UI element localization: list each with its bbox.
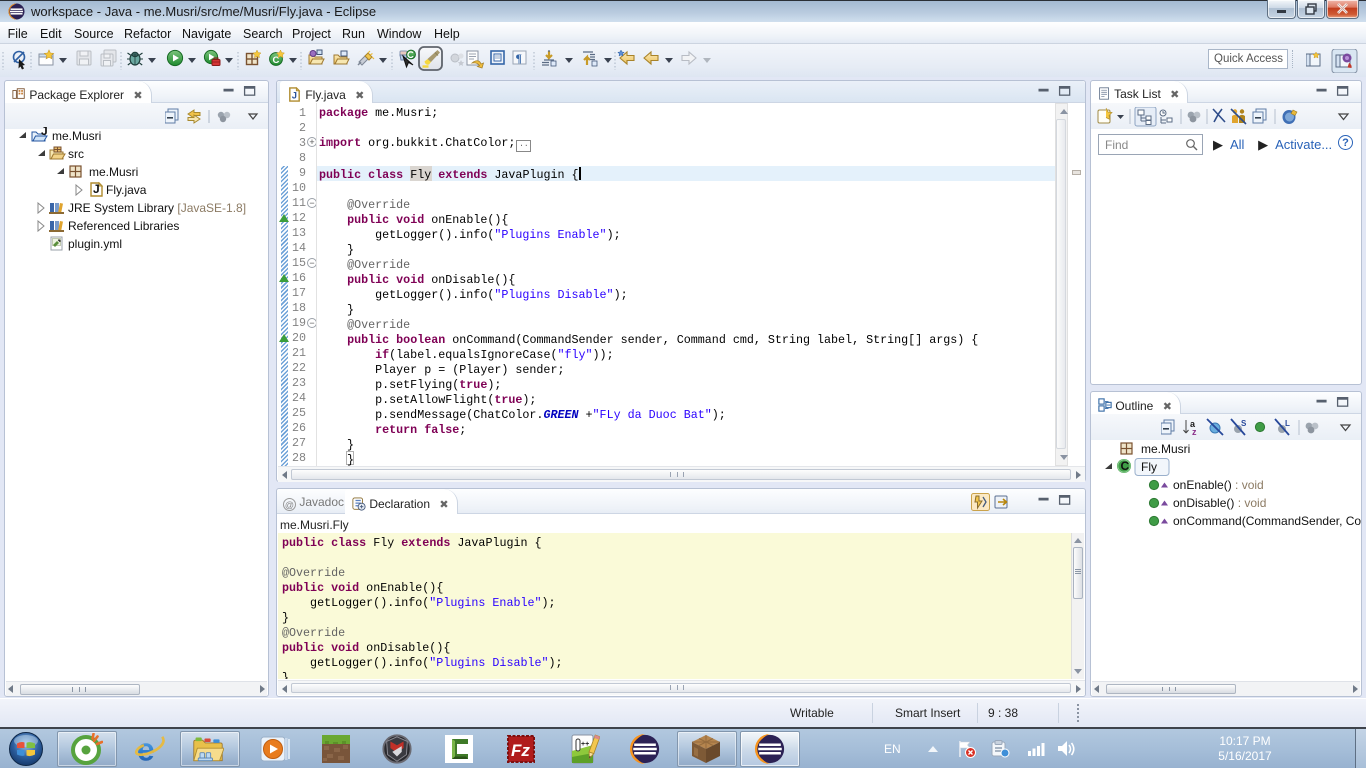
svg-text:me.Musri: me.Musri [89,165,138,179]
svg-text:plugin.yml: plugin.yml [68,237,122,251]
svg-text:J: J [41,127,48,138]
svg-text:onEnable() : void: onEnable() : void [1173,478,1264,492]
svg-text:++: ++ [581,741,589,748]
svg-text:C: C [1121,459,1130,473]
svg-text:J: J [292,90,297,100]
svg-text:me.Musri: me.Musri [1141,442,1190,456]
svg-text:S: S [1241,419,1247,428]
svg-text:JRE System Library [JavaSE-1.8: JRE System Library [JavaSE-1.8] [68,201,246,215]
svg-text:z: z [1192,427,1197,437]
svg-text:src: src [68,147,84,161]
svg-text:Fz: Fz [511,741,530,760]
svg-text:¶: ¶ [516,51,522,65]
svg-text:me.Musri: me.Musri [52,129,101,143]
svg-text:onCommand(CommandSender, Comm: onCommand(CommandSender, Comm [1173,514,1361,528]
svg-text:L: L [1285,419,1290,428]
svg-text:Fly.java: Fly.java [106,183,147,197]
svg-text:onDisable() : void: onDisable() : void [1173,496,1266,510]
svg-text:Referenced Libraries: Referenced Libraries [68,219,179,233]
svg-text:J: J [93,182,100,196]
svg-text:Fly: Fly [1141,460,1157,474]
